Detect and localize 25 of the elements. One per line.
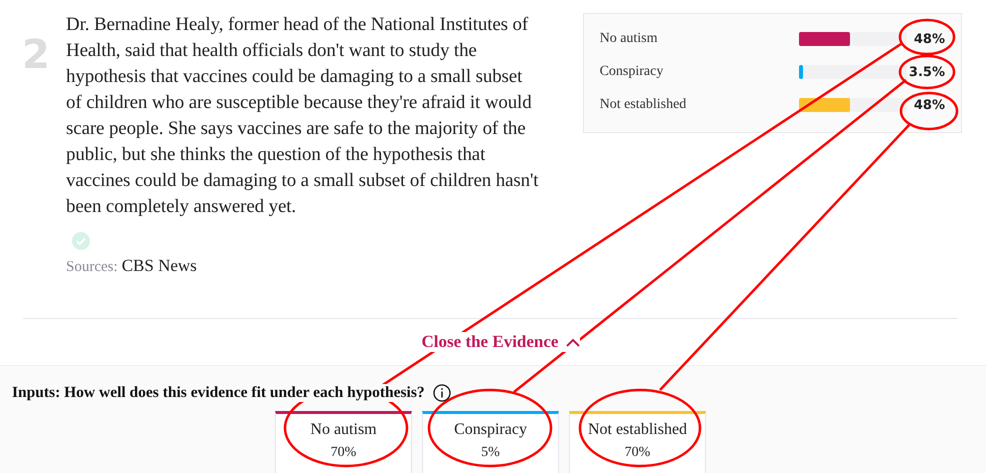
hypothesis-card[interactable]: Not established 70% <box>569 411 706 473</box>
fit-value: 70% <box>330 445 356 461</box>
inputs-question: Inputs: How well does this evidence fit under each hypothesis? <box>12 384 425 402</box>
chevron-icon <box>566 338 580 346</box>
annotation-ellipse <box>898 18 956 56</box>
hypothesis-card[interactable]: Conspiracy 5% <box>422 411 559 473</box>
hypothesis-name: Conspiracy <box>454 421 527 439</box>
annotation-ellipse <box>898 54 956 90</box>
source-name: CBS News <box>122 256 197 276</box>
hypothesis-label: Conspiracy <box>600 64 664 80</box>
info-icon[interactable] <box>432 384 451 402</box>
close-evidence-link[interactable]: Close the Evidence <box>422 332 580 352</box>
result-percent: 48% <box>914 32 945 46</box>
hypothesis-label: No autism <box>600 31 659 47</box>
sources-label: Sources: <box>66 259 118 276</box>
result-percent: 48% <box>914 98 945 112</box>
result-percent: 3.5% <box>908 64 945 80</box>
fit-value: 5% <box>481 445 500 461</box>
hypothesis-name: No autism <box>310 421 377 439</box>
hypothesis-name: Not established <box>588 421 688 439</box>
evidence-text: Dr. Bernadine Healy, former head of the National Institutes of Health, said that health officials don't want to study the hypothesis that vaccines could be damaging to a small subset of children who are susceptible because they're afraid it would scare people. She says vaccines are safe to the majority of the public, but she thinks the question of the hypothesis that vaccines could be damaging to a small subset of children hasn't been completely answered yet. <box>66 13 540 219</box>
hypothesis-label: Not established <box>600 97 688 113</box>
fit-value: 70% <box>624 445 650 461</box>
annotation-ellipse <box>900 92 958 130</box>
hypothesis-card[interactable]: No autism 70% <box>275 411 412 473</box>
